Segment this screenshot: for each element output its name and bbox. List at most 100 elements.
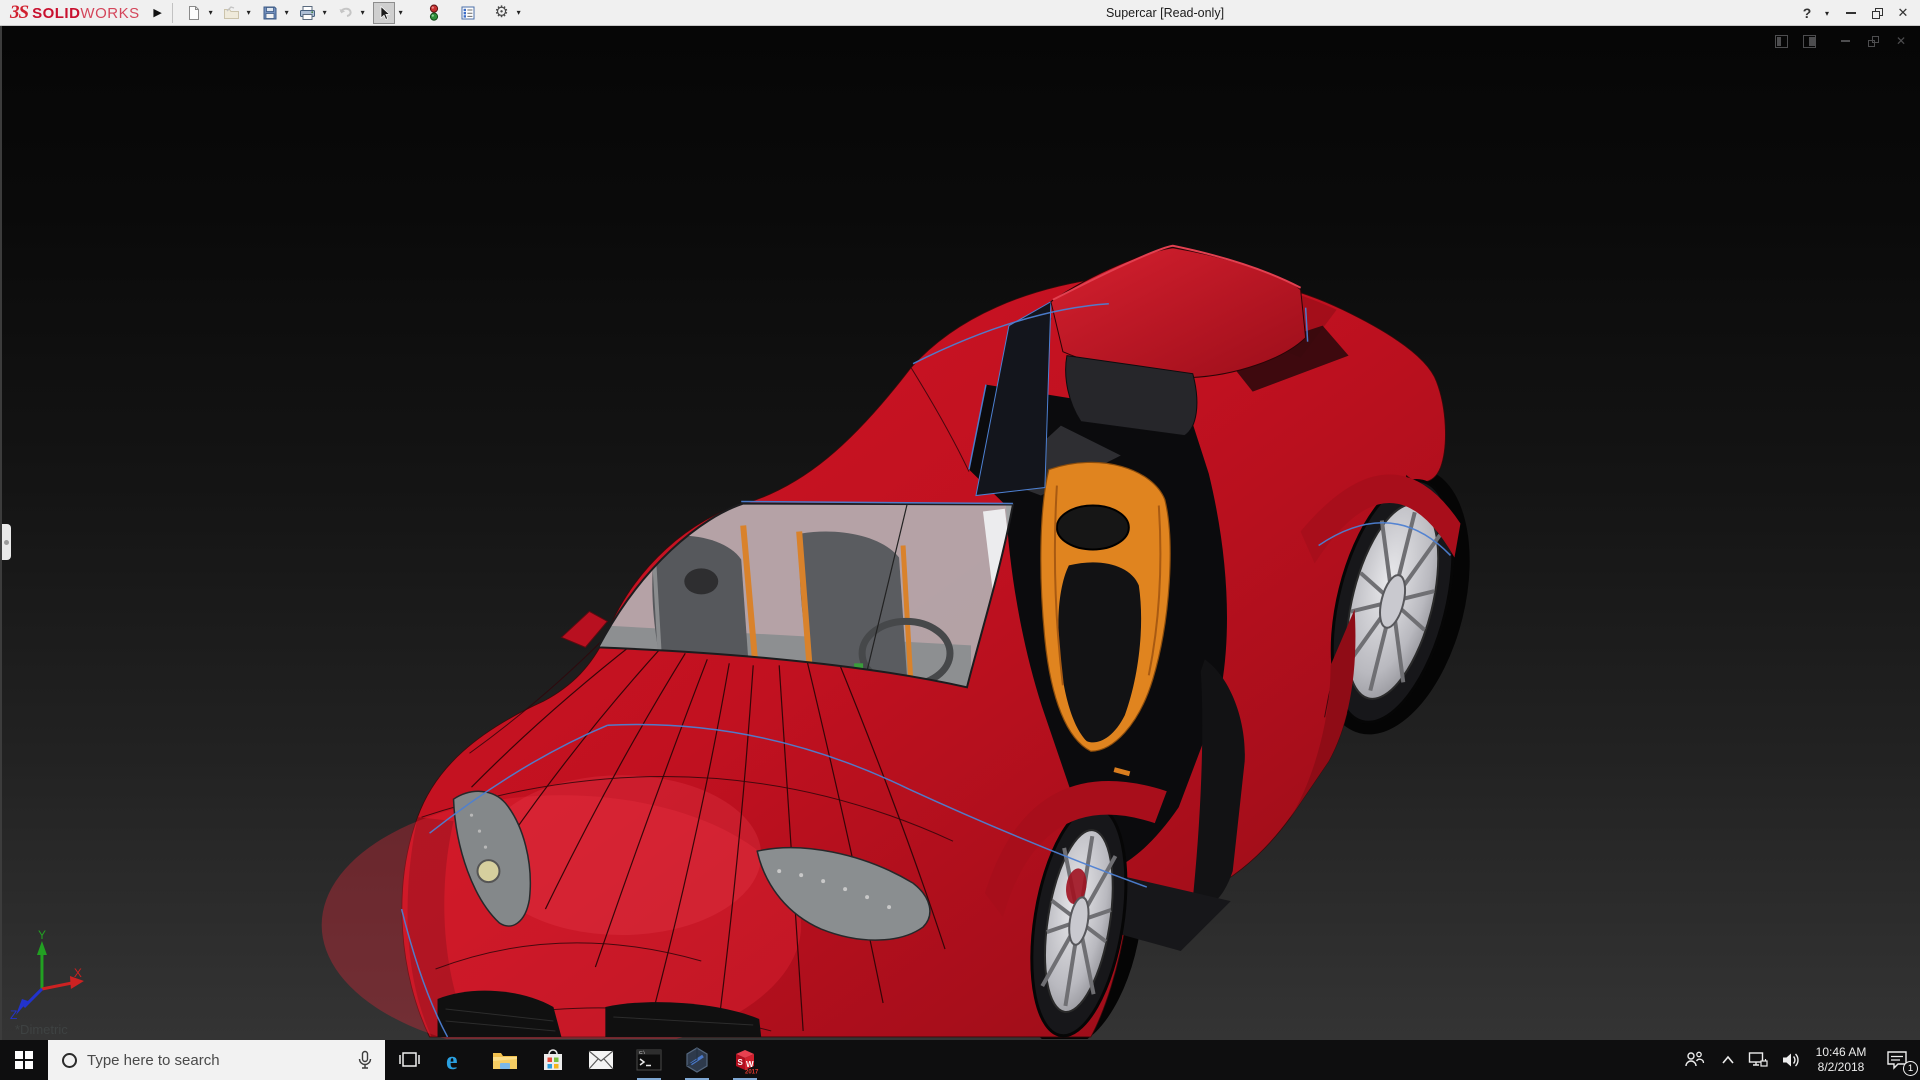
svg-text:C:\: C:\ [639,1050,646,1055]
window-controls: ? ▾ ✕ [1794,0,1916,26]
toolbar-separator [172,3,173,23]
tray-date: 8/2/2018 [1818,1060,1865,1075]
graphics-area[interactable]: Y X Z ✕ *Dimetric [0,26,1920,1040]
window-title: Supercar [Read-only] [1065,0,1265,26]
display-pane-button[interactable] [1800,32,1818,50]
solidworks-logo: 3S SOLID WORKS [10,2,140,24]
speaker-icon [1781,1051,1801,1069]
rebuild-button[interactable] [423,2,445,24]
print-icon [299,5,316,21]
open-document-button[interactable] [221,2,243,24]
pane-icon [1803,35,1816,48]
reference-triad: Y X Z [10,928,84,1022]
mail-icon [588,1050,614,1070]
featuremanager-pane-button[interactable] [1772,32,1790,50]
mail-button[interactable] [577,1040,625,1080]
start-button[interactable] [0,1040,48,1080]
network-button[interactable] [1742,1040,1774,1080]
microphone-icon[interactable] [357,1050,373,1070]
new-document-button[interactable] [183,2,205,24]
view-orientation-label: *Dimetric [15,1022,68,1037]
print-caret-icon[interactable]: ▾ [319,8,331,17]
select-caret-icon[interactable]: ▾ [395,8,407,17]
command-prompt-icon: C:\ [636,1049,662,1071]
restore-icon [1868,36,1879,47]
new-document-icon [186,5,202,21]
store-button[interactable] [529,1040,577,1080]
svg-text:W: W [746,1060,754,1069]
gear-icon: ⚙ [494,5,508,21]
windows-logo-icon [15,1051,33,1069]
file-properties-icon [460,5,476,21]
open-folder-icon [223,5,240,21]
chevron-up-icon [1721,1055,1735,1065]
task-view-button[interactable] [385,1040,433,1080]
hexagon-app-button[interactable] [673,1040,721,1080]
svg-text:S: S [738,1058,744,1067]
search-input[interactable] [87,1052,357,1069]
triad-y-label: Y [38,928,46,942]
document-restore-button[interactable] [1864,32,1882,50]
clock[interactable]: 10:46 AM 8/2/2018 [1808,1040,1874,1080]
ds-3s-logo: 3S [10,2,28,24]
people-icon [1683,1050,1705,1070]
save-caret-icon[interactable]: ▾ [281,8,293,17]
print-button[interactable] [297,2,319,24]
hexagon-app-icon [684,1047,710,1073]
document-minimize-button[interactable] [1836,32,1854,50]
svg-text:2017: 2017 [745,1070,759,1075]
undo-caret-icon[interactable]: ▾ [357,8,369,17]
help-button[interactable]: ? [1794,0,1820,26]
cortana-icon [62,1053,77,1068]
undo-arrow-icon [337,5,354,21]
model-canvas[interactable]: Y X Z [2,26,1920,1039]
titlebar: 3S SOLID WORKS ▶ ▾ ▾ ▾ ▾ [0,0,1920,26]
task-view-icon [397,1048,421,1072]
taskbar: e [0,1040,1920,1080]
help-caret-icon[interactable]: ▾ [1820,9,1834,18]
select-cursor-icon [376,5,392,21]
solidworks-2017-button[interactable]: S W 2017 [721,1040,769,1080]
store-icon [541,1047,565,1073]
solidworks-2017-icon: S W 2017 [731,1046,759,1074]
file-properties-button[interactable] [457,2,479,24]
minimize-icon [1846,12,1856,14]
minimize-button[interactable] [1838,0,1864,26]
restore-icon [1872,8,1883,19]
minimize-icon [1841,40,1850,42]
people-button[interactable] [1674,1040,1714,1080]
volume-button[interactable] [1774,1040,1808,1080]
featuremanager-flyout-tab[interactable] [2,524,11,560]
close-button[interactable]: ✕ [1890,0,1916,26]
save-floppy-icon [262,5,278,21]
new-caret-icon[interactable]: ▾ [205,8,217,17]
taskbar-search[interactable] [48,1040,385,1080]
restore-button[interactable] [1864,0,1890,26]
options-caret-icon[interactable]: ▾ [513,8,525,17]
system-tray: 10:46 AM 8/2/2018 1 [1674,1040,1920,1080]
hidden-icons-button[interactable] [1714,1040,1742,1080]
pane-icon [1775,35,1788,48]
tray-time: 10:46 AM [1816,1045,1867,1060]
undo-button[interactable] [335,2,357,24]
options-button[interactable]: ⚙ [491,2,513,24]
menu-flyout-arrow-icon[interactable]: ▶ [150,3,166,23]
car-model [322,246,1496,1039]
triad-x-label: X [74,966,82,980]
file-explorer-button[interactable] [481,1040,529,1080]
save-button[interactable] [259,2,281,24]
edge-icon: e [444,1047,470,1073]
open-caret-icon[interactable]: ▾ [243,8,255,17]
svg-text:e: e [446,1047,458,1073]
document-close-button[interactable]: ✕ [1892,32,1910,50]
command-prompt-button[interactable]: C:\ [625,1040,673,1080]
triad-z-label: Z [10,1008,17,1022]
flyout-dot-icon [4,540,9,545]
rebuild-traffic-light-icon [427,4,441,22]
notification-badge: 1 [1903,1061,1918,1076]
select-tool-button[interactable] [373,2,395,24]
document-window-controls: ✕ [1772,32,1910,50]
file-explorer-icon [492,1049,518,1071]
action-center-button[interactable]: 1 [1874,1040,1920,1080]
edge-button[interactable]: e [433,1040,481,1080]
